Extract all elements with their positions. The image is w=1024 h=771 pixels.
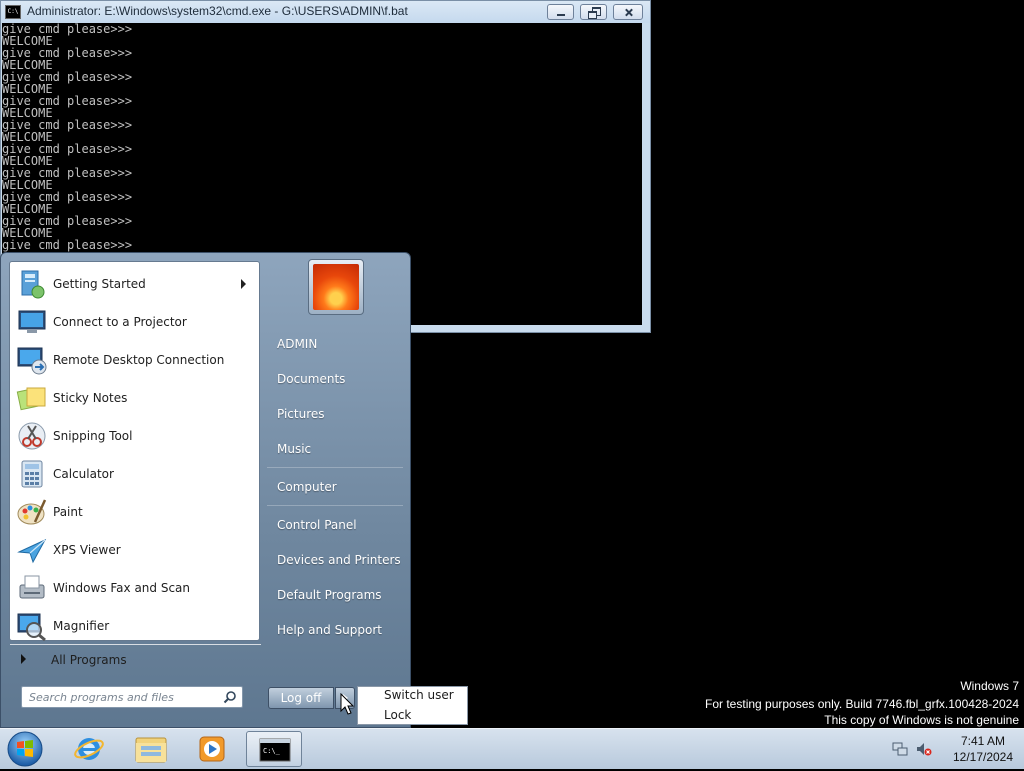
xps-viewer-icon: [17, 538, 47, 564]
taskbar-windows-explorer[interactable]: [123, 731, 179, 767]
taskbar-internet-explorer[interactable]: [61, 731, 117, 767]
link-admin[interactable]: ADMIN: [277, 337, 317, 351]
search-box[interactable]: [21, 686, 243, 708]
separator: [267, 505, 403, 506]
restore-button[interactable]: [580, 4, 607, 20]
log-off-button[interactable]: Log off: [268, 687, 334, 709]
cmd-icon: C:\: [5, 5, 21, 19]
windows-explorer-icon: [135, 737, 167, 763]
remote-desktop-icon: [17, 347, 47, 375]
program-label: Remote Desktop Connection: [53, 353, 225, 367]
program-label: Snipping Tool: [53, 429, 133, 443]
taskbar-media-player[interactable]: [184, 731, 240, 767]
calculator-icon: [21, 460, 43, 488]
program-getting-started[interactable]: Getting Started: [14, 266, 256, 302]
media-player-icon: [199, 736, 225, 762]
link-devices-printers[interactable]: Devices and Printers: [277, 553, 401, 567]
network-icon[interactable]: [892, 741, 908, 757]
internet-explorer-icon: [74, 738, 104, 760]
program-label: Connect to a Projector: [53, 315, 187, 329]
arrow-right-icon: [21, 654, 26, 664]
close-button[interactable]: [613, 4, 643, 20]
program-label: Sticky Notes: [53, 391, 128, 405]
link-computer[interactable]: Computer: [277, 480, 337, 494]
user-picture[interactable]: [308, 259, 364, 315]
program-label: Calculator: [53, 467, 114, 481]
power-options-menu: Switch user Lock: [357, 686, 468, 725]
program-magnifier[interactable]: Magnifier: [14, 608, 256, 644]
program-label: Paint: [53, 505, 83, 519]
mouse-pointer-icon: [340, 693, 354, 715]
search-icon[interactable]: [223, 690, 237, 704]
menu-item-lock[interactable]: Lock: [384, 708, 411, 722]
programs-list: Getting Started Connect to a Projector R…: [9, 261, 261, 667]
svg-text:C:\_: C:\_: [263, 747, 281, 755]
minimize-button[interactable]: [547, 4, 574, 20]
program-label: Getting Started: [53, 277, 146, 291]
program-fax-scan[interactable]: Windows Fax and Scan: [14, 570, 256, 606]
program-snipping-tool[interactable]: Snipping Tool: [14, 418, 256, 454]
program-calculator[interactable]: Calculator: [14, 456, 256, 492]
fax-scan-icon: [19, 575, 45, 599]
flower-icon: [313, 264, 359, 310]
taskbar-cmd[interactable]: C:\_: [246, 731, 302, 767]
link-help-support[interactable]: Help and Support: [277, 623, 382, 637]
program-label: Windows Fax and Scan: [53, 581, 191, 595]
taskbar: C:\_ 7:41 AM 12/17/2024: [0, 728, 1024, 769]
clock-date: 12/17/2024: [952, 750, 1014, 764]
snipping-tool-icon: [18, 422, 46, 450]
watermark-build: For testing purposes only. Build 7746.fb…: [705, 697, 1019, 711]
program-xps-viewer[interactable]: XPS Viewer: [14, 532, 256, 568]
separator: [267, 467, 403, 468]
paint-icon: [17, 499, 47, 525]
program-label: XPS Viewer: [53, 543, 121, 557]
link-default-programs[interactable]: Default Programs: [277, 588, 382, 602]
all-programs-button[interactable]: All Programs: [10, 644, 261, 675]
cmd-icon: C:\_: [259, 738, 291, 762]
program-paint[interactable]: Paint: [14, 494, 256, 530]
console-scrollbar[interactable]: [643, 23, 649, 325]
all-programs-label: All Programs: [51, 653, 127, 667]
volume-muted-icon[interactable]: [916, 741, 932, 757]
program-sticky-notes[interactable]: Sticky Notes: [14, 380, 256, 416]
cmd-window-title: Administrator: E:\Windows\system32\cmd.e…: [27, 4, 408, 18]
program-remote-desktop[interactable]: Remote Desktop Connection: [14, 342, 256, 378]
magnifier-icon: [17, 613, 46, 642]
program-connect-projector[interactable]: Connect to a Projector: [14, 304, 256, 340]
menu-item-switch-user[interactable]: Switch user: [384, 688, 454, 702]
system-clock[interactable]: 7:41 AM 12/17/2024: [948, 733, 1018, 765]
link-music[interactable]: Music: [277, 442, 311, 456]
clock-time: 7:41 AM: [960, 734, 1006, 748]
program-label: Magnifier: [53, 619, 110, 633]
link-documents[interactable]: Documents: [277, 372, 345, 386]
projector-icon: [18, 310, 46, 333]
sticky-notes-icon: [16, 387, 46, 411]
search-input[interactable]: [22, 687, 229, 707]
getting-started-icon: [21, 270, 45, 299]
submenu-arrow-icon: [241, 279, 246, 289]
start-button[interactable]: [6, 730, 44, 768]
start-menu: Getting Started Connect to a Projector R…: [0, 252, 411, 728]
link-pictures[interactable]: Pictures: [277, 407, 325, 421]
link-control-panel[interactable]: Control Panel: [277, 518, 357, 532]
watermark-os-name: Windows 7: [960, 679, 1019, 693]
cmd-titlebar[interactable]: C:\ Administrator: E:\Windows\system32\c…: [1, 1, 650, 23]
watermark-genuine: This copy of Windows is not genuine: [824, 713, 1019, 727]
